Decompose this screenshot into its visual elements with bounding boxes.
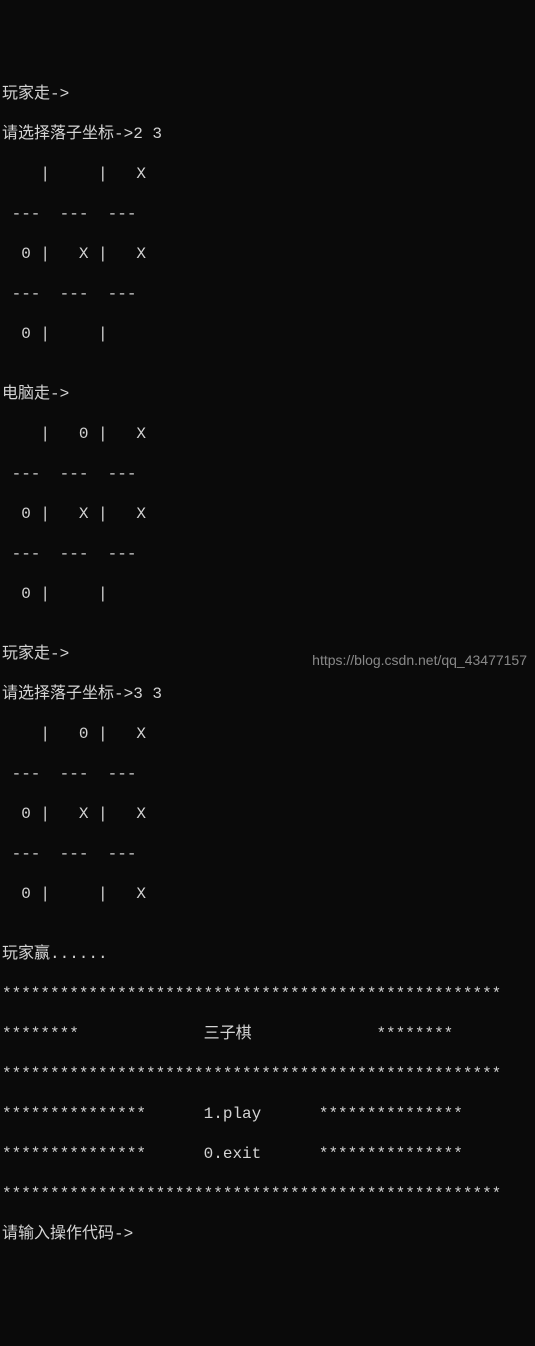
menu-option-exit: *************** 0.exit *************** [2,1144,533,1164]
board2-sep2: --- --- --- [2,544,533,564]
menu-border-3: ****************************************… [2,1184,533,1204]
board3-row3: 0 | | X [2,884,533,904]
board2-row3: 0 | | [2,584,533,604]
board3-sep1: --- --- --- [2,764,533,784]
board3-row2: 0 | X | X [2,804,533,824]
board1-row3: 0 | | [2,324,533,344]
input-operation-prompt[interactable]: 请输入操作代码-> [2,1224,533,1244]
player-turn-1: 玩家走-> [2,84,533,104]
watermark: https://blog.csdn.net/qq_43477157 [312,652,527,670]
menu-title: ******** 三子棋 ******** [2,1024,533,1044]
menu-option-play: *************** 1.play *************** [2,1104,533,1124]
board3-row1: | 0 | X [2,724,533,744]
board2-sep1: --- --- --- [2,464,533,484]
board1-row1: | | X [2,164,533,184]
computer-turn-1: 电脑走-> [2,384,533,404]
menu-border-1: ****************************************… [2,984,533,1004]
board1-sep2: --- --- --- [2,284,533,304]
board2-row2: 0 | X | X [2,504,533,524]
menu-border-2: ****************************************… [2,1064,533,1084]
input-prompt-2: 请选择落子坐标->3 3 [2,684,533,704]
board3-sep2: --- --- --- [2,844,533,864]
board1-row2: 0 | X | X [2,244,533,264]
board2-row1: | 0 | X [2,424,533,444]
input-prompt-1: 请选择落子坐标->2 3 [2,124,533,144]
player-win: 玩家赢...... [2,944,533,964]
board1-sep1: --- --- --- [2,204,533,224]
